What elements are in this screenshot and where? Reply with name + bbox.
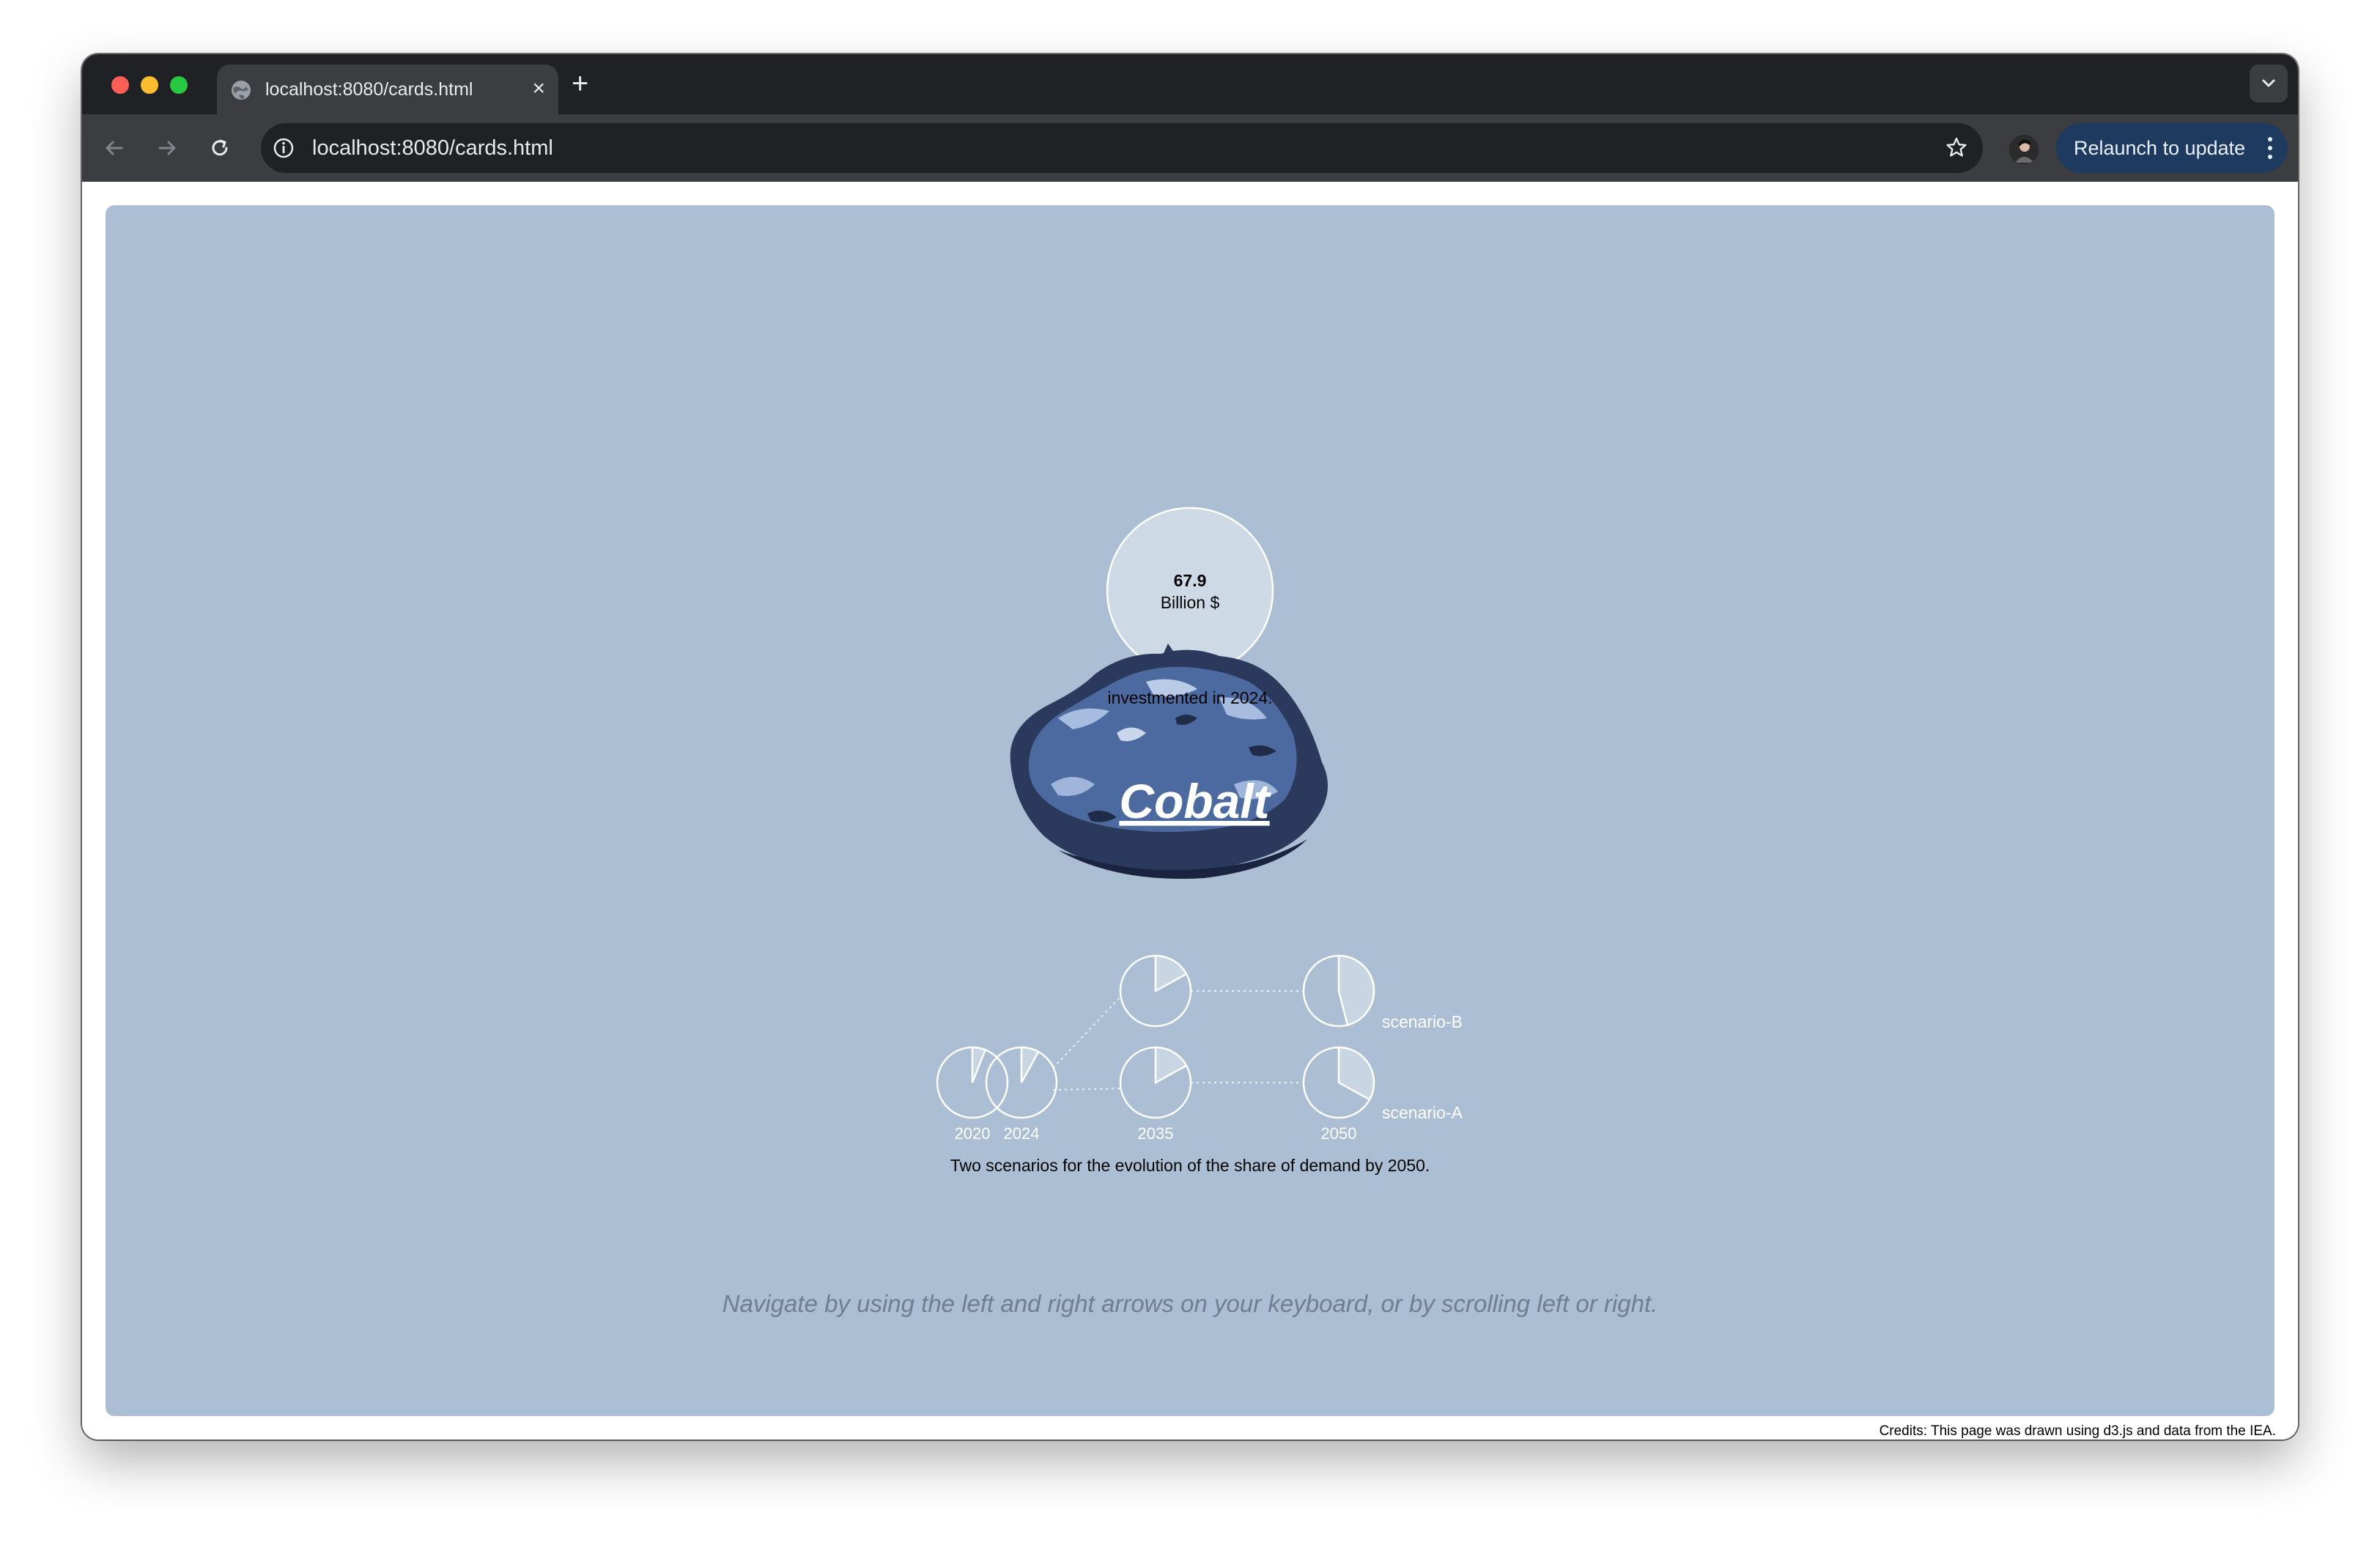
connector-2024-2035-a xyxy=(1053,1088,1121,1091)
scenario-b-label: scenario-B xyxy=(1382,1012,1463,1031)
mineral-title[interactable]: Cobalt xyxy=(1119,774,1271,828)
investment-value: 67.9 xyxy=(1174,571,1207,590)
page-content: 67.9 Billion $ investmented in 2024. Cob… xyxy=(82,182,2298,1440)
pie-slice-2024 xyxy=(1020,1046,1040,1083)
demand-share-chart xyxy=(936,954,1375,1119)
year-label-2024: 2024 xyxy=(1004,1124,1040,1143)
connector-2024-2035-b xyxy=(1052,996,1121,1069)
close-tab-icon[interactable]: × xyxy=(532,78,545,100)
globe-icon xyxy=(232,81,251,100)
browser-tab[interactable]: localhost:8080/cards.html × xyxy=(217,64,558,114)
url-text: localhost:8080/cards.html xyxy=(312,136,553,160)
tab-search-button[interactable] xyxy=(2250,64,2288,103)
cobalt-rock-image xyxy=(1010,644,1328,879)
navigation-hint: Navigate by using the left and right arr… xyxy=(722,1290,1658,1317)
credits-text: Credits: This page was drawn using d3.js… xyxy=(1879,1423,2276,1439)
chevron-down-icon xyxy=(2262,79,2275,87)
title-bar: localhost:8080/cards.html × + xyxy=(82,54,2298,114)
investment-unit: Billion $ xyxy=(1161,593,1220,612)
mineral-card: 67.9 Billion $ investmented in 2024. Cob… xyxy=(106,205,2274,1416)
profile-avatar[interactable] xyxy=(2009,135,2039,164)
minimize-window-button[interactable] xyxy=(141,76,158,94)
pie-slice-2035-scenario-a xyxy=(1154,1046,1188,1085)
tab-title: localhost:8080/cards.html xyxy=(265,79,473,100)
reload-icon[interactable] xyxy=(207,135,233,161)
address-bar[interactable]: localhost:8080/cards.html xyxy=(261,123,1983,173)
pie-slice-2050-scenario-b xyxy=(1337,954,1375,1027)
forward-arrow-icon[interactable] xyxy=(154,135,180,161)
investment-caption: investmented in 2024. xyxy=(1107,688,1272,707)
relaunch-label: Relaunch to update xyxy=(2074,137,2246,159)
pie-slice-2035-scenario-b xyxy=(1154,954,1188,993)
scenario-a-label: scenario-A xyxy=(1382,1103,1463,1122)
browser-window: localhost:8080/cards.html × + localhost:… xyxy=(82,54,2298,1440)
investment-bubble xyxy=(1106,506,1274,675)
maximize-window-button[interactable] xyxy=(170,76,188,94)
year-label-2050: 2050 xyxy=(1321,1124,1357,1143)
more-vert-icon[interactable] xyxy=(2266,132,2274,164)
demand-caption: Two scenarios for the evolution of the s… xyxy=(950,1156,1430,1175)
mineral-visualization: 67.9 Billion $ investmented in 2024. Cob… xyxy=(936,506,1463,1175)
site-info-icon[interactable] xyxy=(271,136,296,161)
toolbar: localhost:8080/cards.html Relaunch to up… xyxy=(82,114,2298,182)
back-arrow-icon[interactable] xyxy=(101,135,128,161)
year-label-2035: 2035 xyxy=(1138,1124,1174,1143)
year-label-2020: 2020 xyxy=(955,1124,991,1143)
close-window-button[interactable] xyxy=(111,76,129,94)
bookmark-star-icon[interactable] xyxy=(1943,135,1970,161)
new-tab-button[interactable]: + xyxy=(572,69,588,98)
pie-slice-2020 xyxy=(971,1046,987,1083)
profile-avatar-icon xyxy=(2009,135,2039,164)
relaunch-to-update-button[interactable]: Relaunch to update xyxy=(2056,123,2288,173)
pie-slice-2050-scenario-a xyxy=(1337,1046,1375,1101)
